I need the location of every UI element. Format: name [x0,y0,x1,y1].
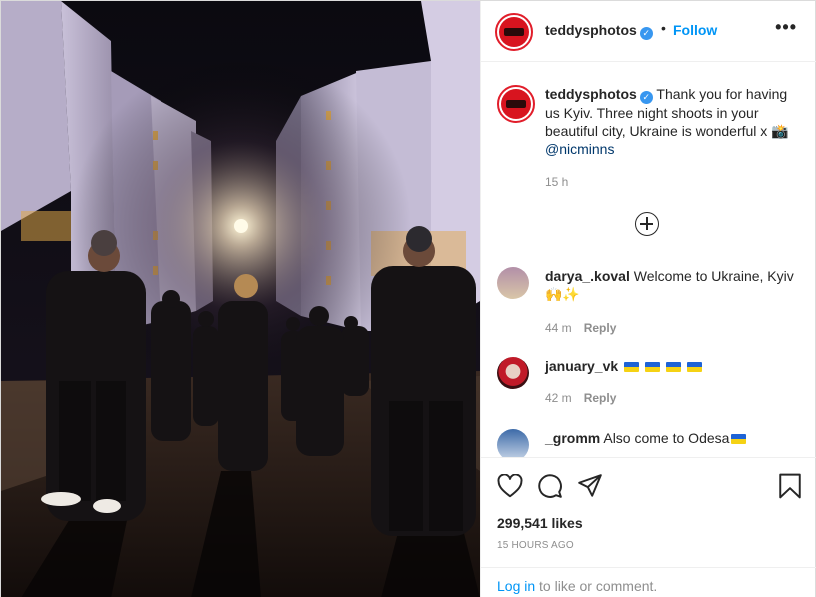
flag-emoji-group [622,358,702,374]
commenter-avatar[interactable] [497,267,529,299]
comment-text-block: january_vk [545,357,803,375]
comment-username[interactable]: darya_.koval [545,268,630,284]
posted-time[interactable]: 15 HOURS AGO [497,540,574,551]
comment-username[interactable]: _gromm [545,430,600,446]
post-header: teddysphotos ✓ • Follow ••• [481,1,816,62]
comments-section[interactable]: teddysphotos ✓ Thank you for having us Ky… [481,63,816,457]
plus-circle-icon[interactable] [635,212,659,236]
post-actions: 299,541 likes 15 HOURS AGO Log in to lik… [481,457,816,597]
verified-icon: ✓ [639,27,653,40]
ukraine-flag-icon [644,362,660,372]
verified-icon: ✓ [639,91,653,104]
comment-time[interactable]: 42 m [545,391,572,405]
comment-text-block: _gromm Also come to Odesa [545,429,803,447]
caption-text-block: teddysphotos ✓ Thank you for having us Ky… [545,85,805,158]
login-rest: to like or comment. [535,578,658,594]
comment-time[interactable]: 44 m [545,321,572,335]
login-message: Log in to like or comment. [497,578,657,594]
photo-illustration [1,1,480,597]
caption-mention[interactable]: @nicminns [545,141,614,157]
instagram-post: teddysphotos ✓ • Follow ••• teddysphotos ✓… [0,0,816,597]
author-avatar[interactable] [495,13,533,51]
post-photo[interactable] [1,1,480,597]
comment-emoji: 🙌✨ [545,286,580,302]
camera-emoji: 📸 [771,123,789,139]
caption-avatar[interactable] [497,85,535,123]
author-username-text[interactable]: teddysphotos [545,22,637,38]
share-icon[interactable] [577,473,603,499]
ukraine-flag-icon [731,434,747,444]
bookmark-icon[interactable] [778,473,802,499]
comment-text-block: darya_.koval Welcome to Ukraine, Kyiv 🙌✨ [545,267,803,303]
comment-text: Welcome to Ukraine, Kyiv [633,268,794,284]
post-side-panel: teddysphotos ✓ • Follow ••• teddysphotos ✓… [480,1,816,597]
likes-count[interactable]: 299,541 likes [497,515,583,531]
comment-text: Also come to Odesa [603,430,730,446]
more-icon[interactable]: ••• [775,17,797,38]
ukraine-flag-icon [624,362,640,372]
comment-icon[interactable] [537,473,563,499]
ukraine-flag-icon [686,362,702,372]
reply-button[interactable]: Reply [584,391,617,405]
caption-time[interactable]: 15 h [545,175,568,189]
ukraine-flag-icon [665,362,681,372]
commenter-avatar[interactable] [497,429,529,457]
follow-button[interactable]: Follow [673,22,717,38]
comment-meta: 42 m Reply [545,391,616,405]
author-username[interactable]: teddysphotos ✓ [545,22,653,40]
header-separator: • [661,20,666,36]
commenter-avatar[interactable] [497,357,529,389]
caption-username[interactable]: teddysphotos [545,86,637,102]
heart-icon[interactable] [497,474,523,498]
comment-meta: 44 m Reply [545,321,616,335]
login-link[interactable]: Log in [497,578,535,594]
reply-button[interactable]: Reply [584,321,617,335]
login-prompt: Log in to like or comment. [481,567,816,597]
comment-username[interactable]: january_vk [545,358,618,374]
